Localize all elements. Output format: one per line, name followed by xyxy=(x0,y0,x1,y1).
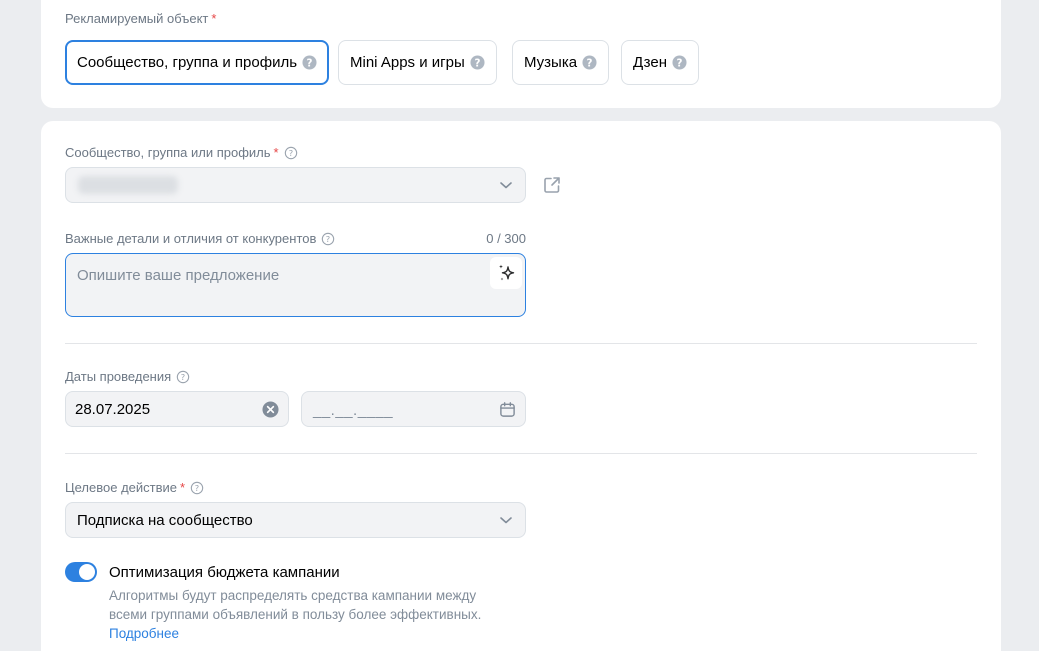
promoted-object-label: Рекламируемый объект * xyxy=(65,11,217,26)
details-placeholder: Опишите ваше предложение xyxy=(77,267,280,284)
help-icon[interactable]: ? xyxy=(672,55,687,70)
chip-dzen[interactable]: Дзен ? xyxy=(621,40,699,85)
dates-label: Даты проведения ? xyxy=(65,369,190,384)
budget-optimization-description: Алгоритмы будут распределять средства ка… xyxy=(109,588,482,641)
required-mark: * xyxy=(273,145,279,160)
help-icon[interactable]: ? xyxy=(470,55,485,70)
question-icon[interactable]: ? xyxy=(321,232,335,246)
blurred-community-name xyxy=(78,176,178,194)
chip-community[interactable]: Сообщество, группа и профиль ? xyxy=(65,40,330,85)
chip-label: Mini Apps и игры xyxy=(350,54,465,71)
svg-text:?: ? xyxy=(181,372,185,382)
help-icon[interactable]: ? xyxy=(302,55,317,70)
target-action-label: Целевое действие * ? xyxy=(65,480,204,495)
question-icon[interactable]: ? xyxy=(190,481,204,495)
svg-text:?: ? xyxy=(474,57,480,69)
required-mark: * xyxy=(180,480,186,495)
chevron-down-icon xyxy=(500,517,512,524)
chip-label: Сообщество, группа и профиль xyxy=(77,54,298,71)
svg-text:?: ? xyxy=(307,57,313,69)
help-icon[interactable]: ? xyxy=(582,55,597,70)
end-date-input[interactable]: __.__.____ xyxy=(301,391,526,427)
question-icon[interactable]: ? xyxy=(176,370,190,384)
details-textarea[interactable]: Опишите ваше предложение xyxy=(65,253,526,317)
svg-text:?: ? xyxy=(677,57,683,69)
clear-icon[interactable] xyxy=(262,401,279,418)
chip-label: Дзен xyxy=(633,54,667,71)
start-date-input[interactable]: 28.07.2025 xyxy=(65,391,289,427)
community-select[interactable] xyxy=(65,167,526,203)
details-label: Важные детали и отличия от конкурентов ? xyxy=(65,231,335,246)
community-label: Сообщество, группа или профиль * ? xyxy=(65,145,298,160)
chevron-down-icon xyxy=(500,182,512,189)
character-counter: 0 / 300 xyxy=(486,231,526,246)
start-date-value: 28.07.2025 xyxy=(75,401,151,418)
section-divider xyxy=(65,453,977,454)
chip-music[interactable]: Музыка ? xyxy=(512,40,610,85)
sparkle-icon xyxy=(499,264,515,281)
end-date-mask: __.__.____ xyxy=(313,402,394,419)
target-action-value: Подписка на сообщество xyxy=(77,512,253,529)
chip-mini-apps[interactable]: Mini Apps и игры ? xyxy=(338,40,497,85)
toggle-knob xyxy=(79,564,95,580)
open-external-icon[interactable] xyxy=(543,176,561,194)
ai-generate-button[interactable] xyxy=(490,257,522,289)
chip-label: Музыка xyxy=(524,54,578,71)
learn-more-link[interactable]: Подробнее xyxy=(109,626,179,641)
calendar-icon[interactable] xyxy=(499,401,516,418)
question-icon[interactable]: ? xyxy=(284,146,298,160)
budget-optimization-toggle[interactable] xyxy=(65,562,97,582)
budget-optimization-title: Оптимизация бюджета кампании xyxy=(109,564,340,581)
svg-text:?: ? xyxy=(288,148,292,158)
svg-text:?: ? xyxy=(326,234,330,244)
svg-text:?: ? xyxy=(195,483,199,493)
target-action-select[interactable]: Подписка на сообщество xyxy=(65,502,526,538)
section-divider xyxy=(65,343,977,344)
required-mark: * xyxy=(211,11,217,26)
svg-text:?: ? xyxy=(587,57,593,69)
